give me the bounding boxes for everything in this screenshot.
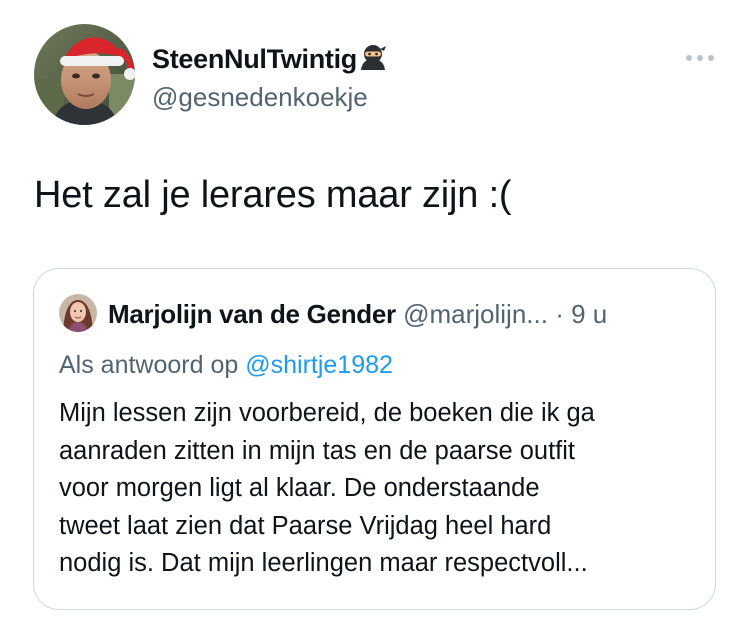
quoted-author-handle[interactable]: @marjolijn... bbox=[403, 299, 548, 329]
reply-prefix: Als antwoord op bbox=[59, 351, 239, 379]
quoted-tweet-text: Mijn lessen zijn voorbereid, de boeken d… bbox=[59, 395, 699, 583]
reply-context: Als antwoord op @shirtje1982 bbox=[59, 351, 393, 380]
quoted-tweet-line: voor morgen ligt al klaar. De onderstaan… bbox=[59, 474, 540, 502]
quoted-tweet-card[interactable]: Marjolijn van de Gender @marjolijn... · … bbox=[33, 268, 716, 610]
quoted-tweet-header: Marjolijn van de Gender @marjolijn... · … bbox=[108, 299, 607, 330]
quoted-tweet-line: Mijn lessen zijn voorbereid, de boeken d… bbox=[59, 399, 595, 427]
author-handle[interactable]: @gesnedenkoekje bbox=[152, 82, 368, 113]
author-avatar-image bbox=[34, 24, 135, 125]
quoted-tweet-line: aanraden zitten in mijn tas en de paarse… bbox=[59, 436, 575, 465]
author-avatar[interactable] bbox=[34, 24, 135, 125]
author-display-name-text: SteenNulTwintig bbox=[152, 44, 357, 74]
quoted-author-display-name[interactable]: Marjolijn van de Gender bbox=[108, 299, 396, 329]
quoted-author-avatar[interactable] bbox=[59, 294, 97, 332]
quoted-tweet-line: nodig is. Dat mijn leerlingen maar respe… bbox=[59, 549, 588, 577]
ninja-icon bbox=[358, 42, 388, 79]
author-display-name[interactable]: SteenNulTwintig bbox=[152, 42, 388, 79]
tweet: SteenNulTwintig @gesnedenkoekje Het zal … bbox=[0, 0, 749, 632]
quoted-author-avatar-image bbox=[59, 294, 97, 332]
more-options-button[interactable] bbox=[683, 48, 717, 68]
quoted-tweet-time[interactable]: 9 u bbox=[571, 299, 607, 329]
quoted-tweet-separator: · bbox=[555, 299, 564, 329]
reply-to-mention[interactable]: @shirtje1982 bbox=[245, 351, 393, 379]
quoted-tweet-line: tweet laat zien dat Paarse Vrijdag heel … bbox=[59, 511, 552, 540]
tweet-text: Het zal je lerares maar zijn :( bbox=[34, 174, 512, 216]
more-horizontal-icon bbox=[686, 55, 714, 61]
